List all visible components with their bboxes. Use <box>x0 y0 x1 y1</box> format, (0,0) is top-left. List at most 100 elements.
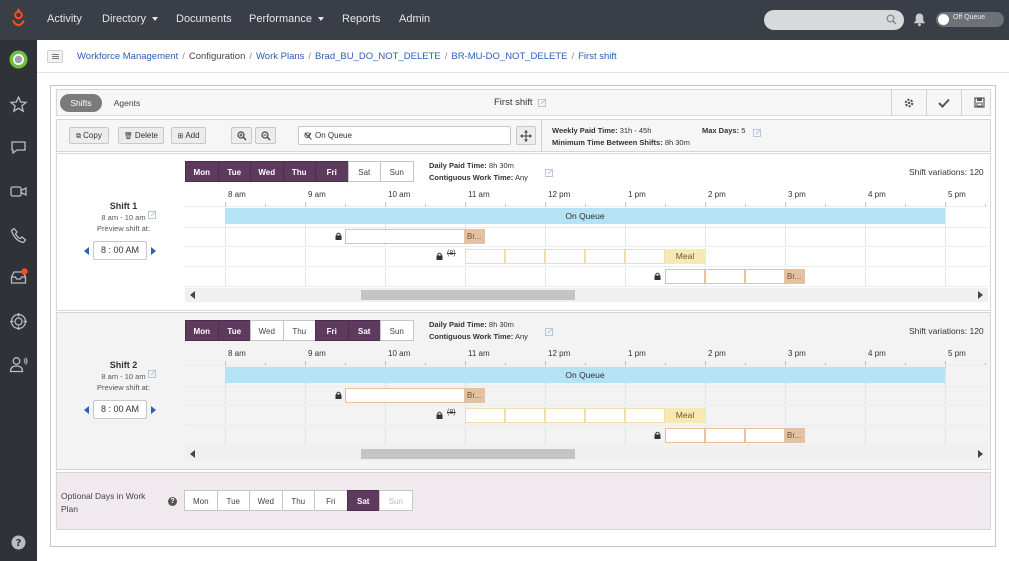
save-button[interactable] <box>961 90 996 115</box>
chat-icon[interactable] <box>9 138 28 157</box>
video-icon[interactable] <box>9 182 28 201</box>
search-input[interactable] <box>764 10 904 30</box>
confirm-button[interactable] <box>926 90 961 115</box>
optional-days-selector: Mon Tue Wed Thu Fri Sat Sun <box>184 490 413 511</box>
break-activity[interactable]: Br... <box>465 229 485 244</box>
lock-icon[interactable] <box>654 431 661 439</box>
activity-select[interactable]: On Queue <box>298 126 511 145</box>
day-thu-toggle[interactable]: Thu <box>282 161 316 182</box>
meal-window <box>505 408 545 423</box>
day-sat-toggle[interactable]: Sat <box>347 161 381 182</box>
nav-activity[interactable]: Activity <box>47 0 82 40</box>
lock-icon[interactable] <box>654 272 661 280</box>
day-wed-toggle[interactable]: Wed <box>250 320 284 341</box>
next-time-arrow-icon[interactable] <box>151 247 156 255</box>
day-sun-toggle[interactable]: Sun <box>380 161 414 182</box>
break-activity[interactable]: Br... <box>465 388 485 403</box>
on-queue-activity[interactable]: On Queue <box>225 208 945 224</box>
menu-toggle-button[interactable] <box>47 50 63 63</box>
nav-directory[interactable]: Directory <box>102 0 159 40</box>
optional-day-mon-toggle[interactable]: Mon <box>184 490 218 511</box>
nav-documents[interactable]: Documents <box>176 0 232 40</box>
move-button[interactable] <box>516 126 536 145</box>
zoom-out-button[interactable] <box>255 127 276 144</box>
day-thu-toggle[interactable]: Thu <box>282 320 316 341</box>
add-button[interactable]: ⊞ Add <box>171 127 206 144</box>
copy-button[interactable]: ⧉ Copy <box>69 127 109 144</box>
on-queue-activity[interactable]: On Queue <box>225 367 945 383</box>
lock-icon[interactable] <box>436 411 443 419</box>
optional-day-fri-toggle[interactable]: Fri <box>314 490 348 511</box>
star-icon[interactable] <box>9 95 28 114</box>
daily-paid-time: Daily Paid Time: 8h 30m <box>429 161 514 170</box>
edit-icon[interactable] <box>753 128 762 137</box>
scrollbar-thumb[interactable] <box>361 290 575 300</box>
lock-icon[interactable] <box>335 391 342 399</box>
help-icon[interactable]: ? <box>9 533 28 552</box>
meal-activity[interactable]: Meal <box>665 249 705 264</box>
day-mon-toggle[interactable]: Mon <box>185 161 219 182</box>
nav-admin[interactable]: Admin <box>399 0 430 40</box>
inbox-icon[interactable] <box>9 268 28 287</box>
previous-time-arrow-icon[interactable] <box>84 406 89 414</box>
edit-icon[interactable] <box>545 168 554 177</box>
scroll-right-icon[interactable] <box>978 450 983 458</box>
edit-icon[interactable] <box>537 98 547 107</box>
lock-icon[interactable] <box>436 252 443 260</box>
scroll-left-icon[interactable] <box>190 291 195 299</box>
hour-label: 11 am <box>468 190 490 199</box>
breadcrumb-business-unit[interactable]: Brad_BU_DO_NOT_DELETE <box>315 51 441 62</box>
day-mon-toggle[interactable]: Mon <box>185 320 219 341</box>
delete-button[interactable]: 🗑 Delete <box>118 127 164 144</box>
zoom-in-button[interactable] <box>231 127 252 144</box>
hour-label: 3 pm <box>788 190 806 199</box>
scrollbar-thumb[interactable] <box>361 449 575 459</box>
previous-time-arrow-icon[interactable] <box>84 247 89 255</box>
day-wed-toggle[interactable]: Wed <box>250 161 284 182</box>
notifications-bell-icon[interactable] <box>913 12 926 27</box>
preview-time-input[interactable]: 8 : 00 AM <box>93 241 147 260</box>
meal-activity[interactable]: Meal <box>665 408 705 423</box>
scroll-left-icon[interactable] <box>190 450 195 458</box>
help-icon[interactable]: ? <box>168 497 177 506</box>
breadcrumb-workforce-management[interactable]: Workforce Management <box>77 51 178 62</box>
shift-time-range: 8 am - 10 am <box>101 372 146 381</box>
edit-icon[interactable] <box>545 327 554 336</box>
next-time-arrow-icon[interactable] <box>151 406 156 414</box>
queue-status-toggle[interactable]: Off Queue <box>936 12 1004 27</box>
timeline-scrollbar[interactable] <box>185 447 988 461</box>
optional-day-sat-toggle[interactable]: Sat <box>346 490 380 511</box>
phone-icon[interactable] <box>9 226 28 245</box>
target-icon[interactable] <box>9 312 28 331</box>
shift-timeline: 8 am 9 am 10 am 11 am 12 pm 1 pm 2 pm 3 pm 4 pm 5… <box>185 349 988 461</box>
lock-icon[interactable] <box>335 232 342 240</box>
day-fri-toggle[interactable]: Fri <box>315 320 349 341</box>
edit-icon[interactable] <box>148 369 157 378</box>
day-tue-toggle[interactable]: Tue <box>217 320 251 341</box>
break-activity[interactable]: Br... <box>785 428 805 443</box>
breadcrumb-management-unit[interactable]: BR-MU-DO_NOT_DELETE <box>451 51 567 62</box>
breadcrumb-work-plan[interactable]: First shift <box>578 51 617 62</box>
day-sun-toggle[interactable]: Sun <box>380 320 414 341</box>
agent-icon[interactable] <box>9 355 28 374</box>
edit-icon[interactable] <box>148 210 157 219</box>
optional-day-tue-toggle[interactable]: Tue <box>216 490 250 511</box>
optional-day-thu-toggle[interactable]: Thu <box>281 490 315 511</box>
preview-time-input[interactable]: 8 : 00 AM <box>93 400 147 419</box>
user-status-icon[interactable] <box>9 50 28 69</box>
tab-agents[interactable]: Agents <box>107 94 147 112</box>
breadcrumb-work-plans[interactable]: Work Plans <box>256 51 304 62</box>
settings-button[interactable] <box>891 90 926 115</box>
break-window <box>705 269 745 284</box>
break-activity[interactable]: Br... <box>785 269 805 284</box>
optional-day-wed-toggle[interactable]: Wed <box>249 490 283 511</box>
timeline-scrollbar[interactable] <box>185 288 988 302</box>
nav-performance[interactable]: Performance <box>249 0 324 40</box>
genesys-logo <box>12 8 25 27</box>
day-tue-toggle[interactable]: Tue <box>217 161 251 182</box>
day-sat-toggle[interactable]: Sat <box>347 320 381 341</box>
day-fri-toggle[interactable]: Fri <box>315 161 349 182</box>
scroll-right-icon[interactable] <box>978 291 983 299</box>
tab-shifts[interactable]: Shifts <box>60 94 102 112</box>
nav-reports[interactable]: Reports <box>342 0 381 40</box>
